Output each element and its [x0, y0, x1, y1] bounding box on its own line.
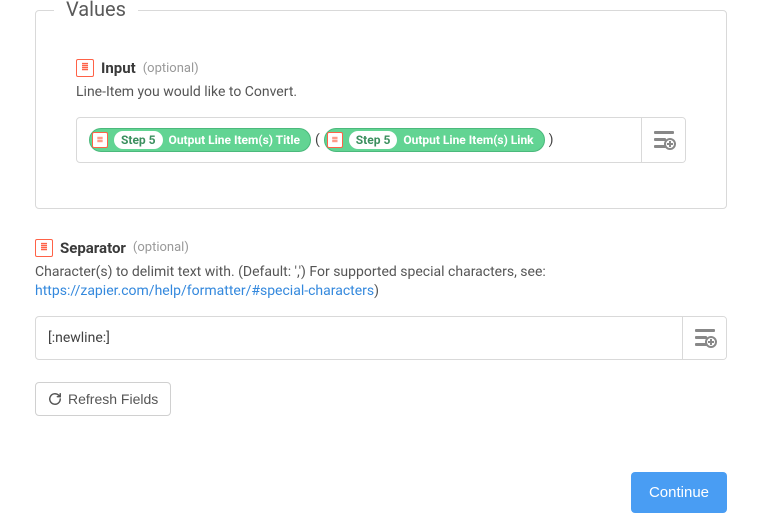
- help-suffix: ): [374, 283, 379, 299]
- input-content[interactable]: ≣ Step 5 Output Line Item(s) Title ( ≣ S…: [77, 118, 641, 162]
- separator-help-text: Character(s) to delimit text with. (Defa…: [35, 263, 727, 302]
- refresh-label: Refresh Fields: [68, 391, 158, 407]
- values-legend: Values: [54, 0, 138, 21]
- pill-step-label: Step 5: [114, 131, 163, 149]
- help-prefix: Character(s) to delimit text with. (Defa…: [35, 264, 546, 280]
- paren-open: (: [315, 132, 320, 148]
- refresh-icon: [48, 392, 62, 406]
- insert-list-icon: [695, 329, 715, 347]
- pill-step-label: Step 5: [349, 131, 398, 149]
- insert-data-button[interactable]: [682, 317, 726, 359]
- step-icon: ≣: [35, 239, 53, 257]
- pill-value-label: Output Line Item(s) Link: [403, 133, 533, 147]
- separator-field: ≣ Separator (optional) Character(s) to d…: [35, 239, 727, 360]
- optional-label: (optional): [133, 240, 189, 255]
- step-icon: ≣: [327, 132, 343, 148]
- data-pill[interactable]: ≣ Step 5 Output Line Item(s) Link: [324, 128, 545, 152]
- separator-value[interactable]: [:newline:]: [36, 317, 682, 359]
- step-icon: ≣: [92, 132, 108, 148]
- help-link[interactable]: https://zapier.com/help/formatter/#speci…: [35, 283, 374, 299]
- data-pill[interactable]: ≣ Step 5 Output Line Item(s) Title: [89, 128, 311, 152]
- refresh-fields-button[interactable]: Refresh Fields: [35, 382, 171, 416]
- pill-value-label: Output Line Item(s) Title: [169, 133, 300, 147]
- insert-data-button[interactable]: [641, 118, 685, 162]
- optional-label: (optional): [143, 61, 199, 76]
- input-field: ≣ Input (optional) Line-Item you would l…: [76, 59, 686, 163]
- continue-button[interactable]: Continue: [631, 472, 727, 513]
- separator-input-box[interactable]: [:newline:]: [35, 316, 727, 360]
- input-help-text: Line-Item you would like to Convert.: [76, 83, 686, 103]
- step-icon: ≣: [76, 59, 94, 77]
- values-fieldset: Values ≣ Input (optional) Line-Item you …: [35, 10, 727, 209]
- paren-close: ): [549, 132, 554, 148]
- input-label: Input: [101, 59, 136, 77]
- insert-list-icon: [654, 131, 674, 149]
- input-box[interactable]: ≣ Step 5 Output Line Item(s) Title ( ≣ S…: [76, 117, 686, 163]
- separator-label: Separator: [60, 239, 126, 257]
